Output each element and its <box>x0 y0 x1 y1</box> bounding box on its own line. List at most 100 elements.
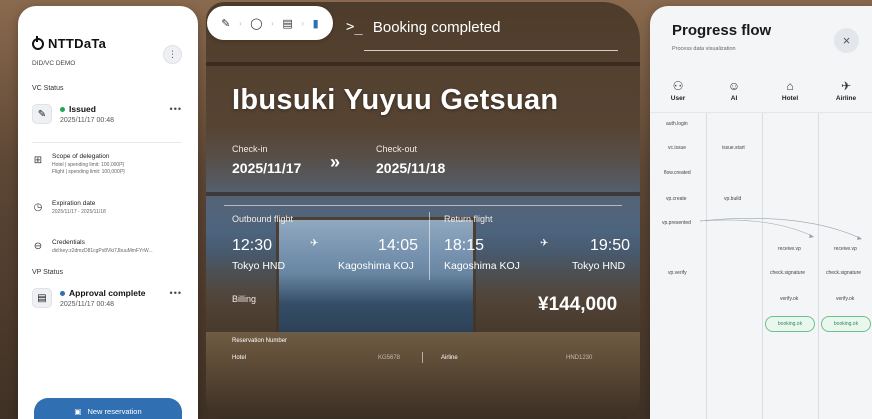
step-vp-build[interactable]: vp.build <box>722 195 744 203</box>
kebab-vertical-icon: ⋮ <box>168 49 177 59</box>
outbound-arr-time: 14:05 <box>378 237 419 254</box>
delegation-icon: ⊞ <box>33 155 43 166</box>
step-vp-presented[interactable]: vp.presented <box>660 219 693 227</box>
divider <box>32 142 182 143</box>
clock-icon: ◷ <box>33 202 43 213</box>
step-auth-login[interactable]: auth.login <box>664 120 690 128</box>
hotel-reservation-code: KG5678 <box>378 355 401 361</box>
progress-flow-panel: Progress flow Process data visualization… <box>650 6 872 419</box>
airplane-icon: ✈ <box>540 238 549 249</box>
vc-status-title: Issued <box>69 104 96 114</box>
document-icon[interactable]: ▤ <box>282 17 292 30</box>
new-reservation-label: New reservation <box>87 407 142 416</box>
step-verify-ok-airline[interactable]: verify.ok <box>834 295 857 303</box>
step-check-signature-airline[interactable]: check.signature <box>824 269 864 277</box>
document-icon: ▤ <box>32 288 52 308</box>
reservation-number-label: Reservation Number <box>232 338 288 344</box>
hotel-name: Ibusuki Yuyuu Getsuan <box>232 84 559 116</box>
expiration-range: 2025/11/17 - 2025/11/18 <box>52 209 106 215</box>
credentials-title: Credentials <box>52 239 85 246</box>
step-issue-start[interactable]: issue.start <box>720 144 747 152</box>
arrow-to-hotel <box>699 219 813 237</box>
demo-label: DID/VC DEMO <box>32 60 76 67</box>
checkout-label: Check-out <box>376 144 418 154</box>
expiration-title: Expiration date <box>52 200 96 207</box>
vp-status-date: 2025/11/17 00:48 <box>60 301 114 308</box>
arrow-to-airline <box>699 218 861 239</box>
separator-icon: › <box>301 18 305 28</box>
return-to: Tokyo HND <box>572 260 626 272</box>
billing-label: Billing <box>232 294 257 304</box>
booking-card: >_ Booking completed Ibusuki Yuyuu Getsu… <box>206 2 640 419</box>
checkin-label: Check-in <box>232 144 268 154</box>
step-vp-create[interactable]: vp.create <box>664 195 689 203</box>
outbound-dep-time: 12:30 <box>232 237 273 254</box>
status-header: >_ Booking completed <box>346 2 636 52</box>
vc-status-heading: VC Status <box>32 85 64 92</box>
more-options-icon[interactable]: ••• <box>170 104 182 114</box>
menu-button[interactable]: ⋮ <box>163 45 182 64</box>
return-label: Return flight <box>444 214 493 224</box>
checkout-date: 2025/11/18 <box>376 160 446 176</box>
hotel-reservation-label: Hotel <box>232 355 247 361</box>
new-reservation-button[interactable]: ▣ New reservation <box>34 398 182 419</box>
credentials-row: ⊖ Credentials did:key:z2dmzD81cgPx8Vki7J… <box>32 239 187 255</box>
outbound-label: Outbound flight <box>232 214 294 224</box>
step-receive-vp-hotel[interactable]: receive.vp <box>776 245 803 253</box>
step-booking-ok-hotel[interactable]: booking.ok <box>765 316 815 332</box>
booking-status-text: Booking completed <box>372 18 501 36</box>
step-flow-created[interactable]: flow.created <box>662 169 693 177</box>
brand-logo: NTTDaTa <box>32 35 107 51</box>
vc-status-date: 2025/11/17 00:48 <box>60 117 114 124</box>
scope-title: Scope of delegation <box>52 153 110 160</box>
separator-icon: › <box>271 18 274 28</box>
status-dot-blue <box>60 290 65 296</box>
vp-status-heading: VP Status <box>32 269 64 276</box>
more-options-icon[interactable]: ••• <box>170 288 182 298</box>
window-frame <box>276 217 476 342</box>
scope-flight: Flight | spending limit: 100,000円 <box>52 168 125 175</box>
brand-name: NTTDaTa <box>48 36 107 51</box>
return-dep-time: 18:15 <box>444 237 485 254</box>
step-booking-ok-airline[interactable]: booking.ok <box>821 316 871 332</box>
separator-icon: › <box>239 18 242 28</box>
credentials-value: did:key:z2dmzD81cgPx8Vki7JbuuMmFYrW... <box>52 248 153 254</box>
section-divider <box>224 205 622 206</box>
ntt-logo-icon <box>32 35 44 50</box>
airline-reservation-label: Airline <box>441 355 458 361</box>
checkin-date: 2025/11/17 <box>232 160 302 176</box>
pen-icon[interactable]: ✎ <box>221 17 230 30</box>
chat-bubble-icon[interactable]: ◯ <box>250 17 262 30</box>
clipboard-icon[interactable]: ▮ <box>313 17 319 30</box>
arrowhead <box>857 236 862 240</box>
outbound-from: Tokyo HND <box>232 260 286 272</box>
step-vc-issue[interactable]: vc.issue <box>666 144 689 152</box>
step-receive-vp-airline[interactable]: receive.vp <box>832 245 859 253</box>
step-verify-ok-hotel[interactable]: verify.ok <box>778 295 801 303</box>
pen-icon: ✎ <box>32 104 52 124</box>
credential-icon: ⊖ <box>33 241 43 252</box>
sidebar-panel: NTTDaTa DID/VC DEMO ⋮ VC Status ✎ Issued… <box>18 6 198 419</box>
vp-status-title: Approval complete <box>69 288 146 298</box>
flow-arrows <box>699 218 862 240</box>
expiration-row: ◷ Expiration date 2025/11/17 - 2025/11/1… <box>32 200 187 216</box>
vc-status-card[interactable]: ✎ Issued 2025/11/17 00:48 ••• <box>32 104 182 124</box>
calendar-icon: ▣ <box>74 407 82 416</box>
terminal-icon: >_ <box>346 19 363 35</box>
header-underline <box>364 50 618 51</box>
billing-price: ¥144,000 <box>538 294 618 315</box>
airplane-icon: ✈ <box>310 238 319 249</box>
mode-toolbar: ✎ › ◯ › ▤ › ▮ <box>207 6 333 40</box>
scope-hotel: Hotel | spending limit: 100,000円 <box>52 162 125 168</box>
ceiling-beam <box>206 192 640 196</box>
vp-status-card[interactable]: ▤ Approval complete 2025/11/17 00:48 ••• <box>32 288 182 308</box>
double-chevron-icon: » <box>330 152 341 172</box>
tatami-floor <box>206 332 640 419</box>
step-check-signature-hotel[interactable]: check.signature <box>768 269 808 277</box>
arrowhead <box>809 234 814 238</box>
step-vp-verify[interactable]: vp.verify <box>666 269 689 277</box>
column-divider <box>429 212 430 280</box>
outbound-to: Kagoshima KOJ <box>338 260 414 272</box>
status-dot-green <box>60 106 65 112</box>
code-divider <box>422 352 423 363</box>
